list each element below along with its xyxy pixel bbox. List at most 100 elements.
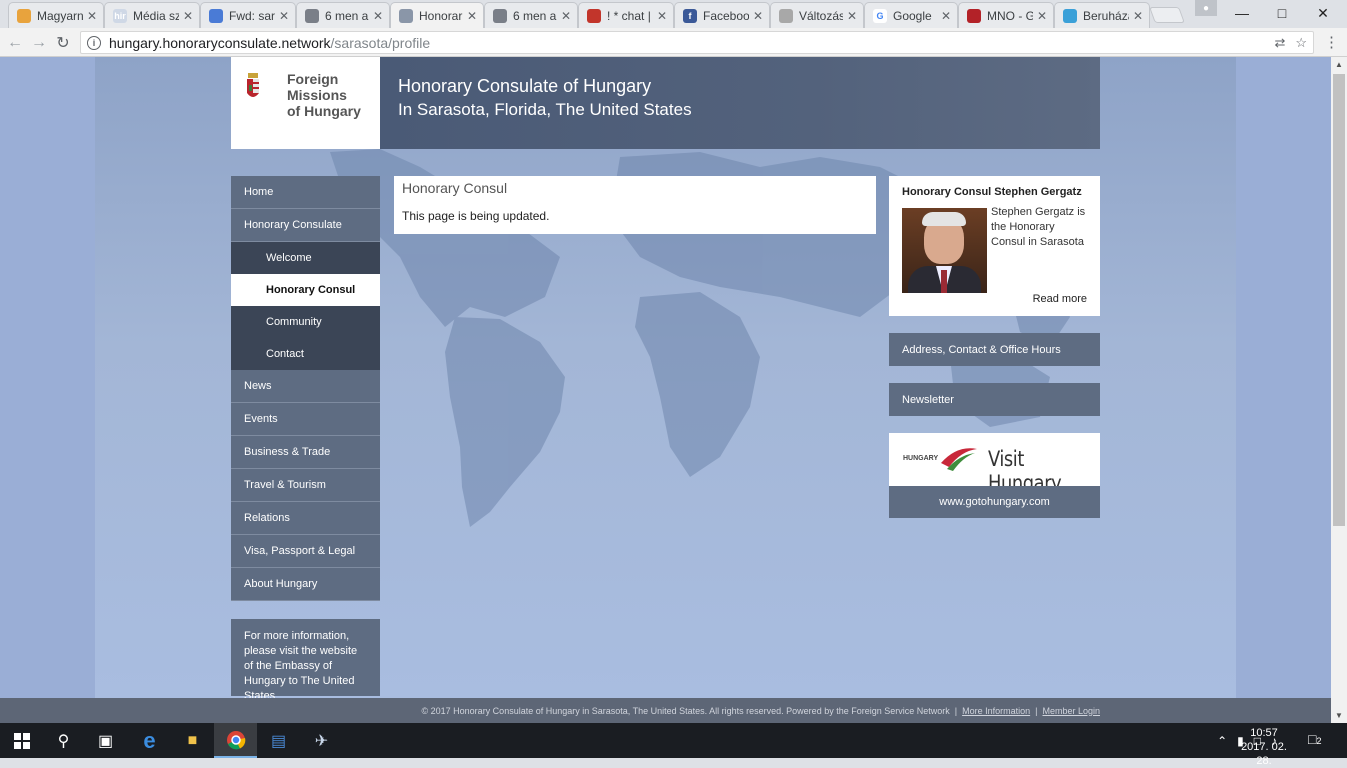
tab-label: Honorar bbox=[419, 8, 463, 23]
visit-hungary-banner[interactable]: HUNGARY Visit Hungary www.gotohungary.co… bbox=[889, 433, 1100, 518]
tab-close-icon[interactable]: ✕ bbox=[657, 9, 667, 23]
header-title: Honorary Consulate of Hungary bbox=[398, 76, 652, 96]
browser-tab[interactable]: G Google ✕ bbox=[864, 2, 958, 28]
translate-icon[interactable]: ⇄ bbox=[1274, 35, 1285, 51]
clock-date: 2017. 02. 28. bbox=[1241, 741, 1287, 767]
embassy-info-box[interactable]: For more information, please visit the w… bbox=[231, 619, 380, 702]
nav-community[interactable]: Community bbox=[231, 306, 380, 338]
tab-label: 6 men ar bbox=[513, 8, 557, 23]
tab-close-icon[interactable]: ✕ bbox=[467, 9, 477, 23]
tab-close-icon[interactable]: ✕ bbox=[373, 9, 383, 23]
close-window-icon[interactable]: ✕ bbox=[1303, 0, 1343, 26]
nav-honorary-consulate[interactable]: Honorary Consulate bbox=[231, 209, 380, 242]
consul-card-title: Honorary Consul Stephen Gergatz bbox=[902, 186, 1082, 198]
site-logo[interactable]: Foreign Missions of Hungary bbox=[231, 57, 380, 149]
minimize-icon[interactable]: — bbox=[1222, 0, 1262, 26]
nav-visa-passport-legal[interactable]: Visa, Passport & Legal bbox=[231, 535, 380, 568]
page-scrollbar[interactable]: ▲ ▼ bbox=[1331, 57, 1347, 723]
tray-chevron-icon[interactable]: ⌃ bbox=[1217, 734, 1227, 748]
nav-events[interactable]: Events bbox=[231, 403, 380, 436]
taskbar-clock[interactable]: 10:57 2017. 02. 28. bbox=[1232, 726, 1296, 768]
tab-close-icon[interactable]: ✕ bbox=[279, 9, 289, 23]
tab-favicon-icon: hir bbox=[113, 8, 127, 23]
chrome-menu-icon[interactable]: ⋮ bbox=[1324, 33, 1339, 51]
tab-label: Google bbox=[893, 8, 932, 23]
browser-tab[interactable]: Fwd: sar ✕ bbox=[200, 2, 296, 28]
footer-more-info-link[interactable]: More Information bbox=[962, 706, 1030, 716]
edge-icon[interactable]: e bbox=[128, 723, 171, 758]
tab-close-icon[interactable]: ✕ bbox=[1037, 9, 1047, 23]
nav-contact[interactable]: Contact bbox=[231, 338, 380, 370]
nav-business-trade[interactable]: Business & Trade bbox=[231, 436, 380, 469]
logo-line1: Foreign bbox=[287, 71, 339, 87]
maximize-icon[interactable]: □ bbox=[1262, 0, 1302, 26]
tab-label: Magyarn bbox=[37, 8, 83, 23]
browser-tab[interactable]: 6 men ar ✕ bbox=[296, 2, 390, 28]
nav-news[interactable]: News bbox=[231, 370, 380, 403]
tab-close-icon[interactable]: ✕ bbox=[183, 9, 193, 23]
nav-about-hungary[interactable]: About Hungary bbox=[231, 568, 380, 601]
info-icon[interactable]: i bbox=[87, 35, 101, 50]
tab-label: Beruháza bbox=[1083, 8, 1129, 23]
browser-tab[interactable]: Honorar ✕ bbox=[390, 2, 484, 28]
footer-separator: | bbox=[1035, 705, 1038, 716]
new-tab-button[interactable] bbox=[1149, 7, 1185, 23]
tab-close-icon[interactable]: ✕ bbox=[87, 9, 97, 23]
search-icon[interactable]: ⚲ bbox=[42, 723, 85, 758]
tab-label: MNO - G bbox=[987, 8, 1033, 23]
footer-member-login-link[interactable]: Member Login bbox=[1042, 706, 1100, 716]
footer-copyright: © 2017 Honorary Consulate of Hungary in … bbox=[421, 705, 950, 716]
hungary-swoosh-icon bbox=[941, 448, 977, 471]
pinned-app-icon[interactable]: ✈ bbox=[300, 723, 343, 758]
browser-tab[interactable]: MNO - G ✕ bbox=[958, 2, 1054, 28]
file-explorer-icon[interactable]: ■ bbox=[171, 723, 214, 758]
tab-favicon-icon bbox=[17, 8, 31, 23]
newsletter-button[interactable]: Newsletter bbox=[889, 383, 1100, 416]
notification-count: 2 bbox=[1316, 736, 1322, 746]
windows-start-icon[interactable] bbox=[0, 723, 43, 758]
visit-hungary-url[interactable]: www.gotohungary.com bbox=[889, 486, 1100, 518]
read-more-link[interactable]: Read more bbox=[1033, 293, 1087, 305]
content-text: This page is being updated. bbox=[402, 209, 550, 223]
tab-label: Média sz bbox=[133, 8, 179, 23]
url-host: hungary.honoraryconsulate.network bbox=[109, 34, 331, 51]
visit-hungary-logo[interactable]: HUNGARY Visit Hungary bbox=[889, 433, 1100, 495]
bookmark-star-icon[interactable]: ☆ bbox=[1295, 35, 1307, 51]
nav-honorary-consul[interactable]: Honorary Consul bbox=[231, 274, 380, 306]
scroll-up-icon[interactable]: ▲ bbox=[1335, 60, 1343, 69]
task-view-icon[interactable]: ▣ bbox=[84, 723, 127, 758]
browser-tab[interactable]: Magyarn ✕ bbox=[8, 2, 104, 28]
tab-close-icon[interactable]: ✕ bbox=[753, 9, 763, 23]
nav-welcome[interactable]: Welcome bbox=[231, 242, 380, 274]
document-app-icon[interactable]: ▤ bbox=[257, 723, 300, 758]
tab-favicon-icon bbox=[587, 8, 601, 23]
scrollbar-thumb[interactable] bbox=[1333, 74, 1345, 526]
browser-tab[interactable]: 6 men ar ✕ bbox=[484, 2, 578, 28]
browser-tab[interactable]: Változás ✕ bbox=[770, 2, 864, 28]
world-map-background bbox=[330, 87, 1070, 527]
tab-close-icon[interactable]: ✕ bbox=[561, 9, 571, 23]
tab-close-icon[interactable]: ✕ bbox=[1133, 9, 1143, 23]
address-bar[interactable]: i hungary.honoraryconsulate.network/sara… bbox=[80, 31, 1314, 54]
profile-icon[interactable]: ● bbox=[1195, 0, 1217, 16]
forward-icon[interactable]: → bbox=[28, 32, 50, 54]
action-center-icon[interactable]: □2 bbox=[1308, 731, 1321, 747]
nav-home[interactable]: Home bbox=[231, 176, 380, 209]
nav-relations[interactable]: Relations bbox=[231, 502, 380, 535]
logo-text: Foreign Missions of Hungary bbox=[287, 71, 361, 119]
browser-tab[interactable]: Beruháza ✕ bbox=[1054, 2, 1150, 28]
hungary-crest-icon bbox=[247, 73, 259, 97]
browser-tab[interactable]: f Faceboo ✕ bbox=[674, 2, 770, 28]
consul-photo[interactable] bbox=[902, 208, 987, 293]
windows-taskbar: ⚲ ▣ e ■ ▤ ✈ ⌃ ▮ □ ♪ 10:57 2017. 02. 28. … bbox=[0, 723, 1347, 767]
nav-travel-tourism[interactable]: Travel & Tourism bbox=[231, 469, 380, 502]
reload-icon[interactable]: ↻ bbox=[52, 32, 74, 54]
browser-tab[interactable]: hir Média sz ✕ bbox=[104, 2, 200, 28]
chrome-icon[interactable] bbox=[214, 723, 257, 758]
tab-close-icon[interactable]: ✕ bbox=[941, 9, 951, 23]
back-icon[interactable]: ← bbox=[4, 32, 26, 54]
tab-close-icon[interactable]: ✕ bbox=[847, 9, 857, 23]
scroll-down-icon[interactable]: ▼ bbox=[1335, 711, 1343, 720]
address-contact-button[interactable]: Address, Contact & Office Hours bbox=[889, 333, 1100, 366]
browser-tab[interactable]: ! * chat | ✕ bbox=[578, 2, 674, 28]
